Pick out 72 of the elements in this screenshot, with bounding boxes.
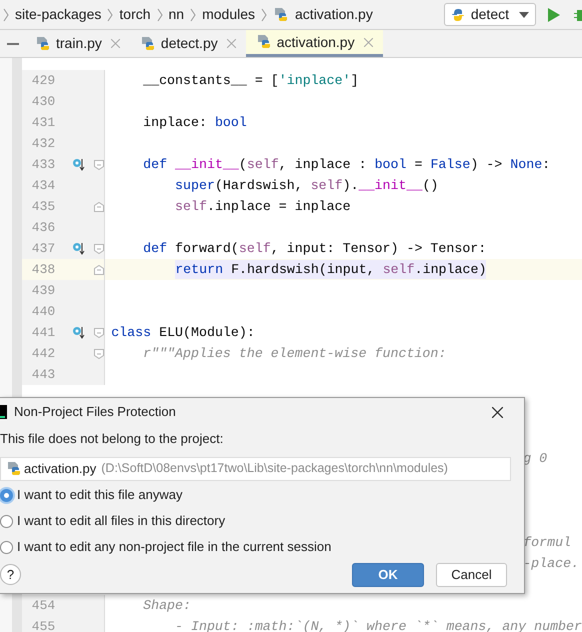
fold-marker-icon[interactable]: [94, 264, 104, 274]
code-line: def forward(self, input: Tensor) -> Tensor:: [142, 240, 486, 258]
line-number: 438: [30, 260, 56, 279]
chevron-icon: [261, 6, 268, 22]
python-file-icon: [6, 460, 22, 476]
code-line: Shape:: [142, 596, 191, 615]
line-number: 436: [30, 218, 56, 237]
caret-icon: [519, 12, 529, 18]
minus-icon[interactable]: [6, 42, 18, 44]
breadcrumb-item[interactable]: activation.py: [295, 4, 373, 25]
code-line: r"""Applies the element-wise function:: [142, 344, 446, 363]
line-number: 441: [30, 324, 56, 342]
line-number: 439: [30, 282, 56, 300]
line-number: 430: [30, 92, 56, 111]
code-line: - Input: :math:`(N, *)` where `*` means, any number: [174, 618, 582, 632]
chevron-icon: [156, 6, 163, 22]
radio-option[interactable]: I want to edit any non-project file in the current session: [0, 538, 524, 556]
fold-marker-icon[interactable]: [94, 160, 104, 170]
line-number: 443: [30, 366, 56, 384]
override-marker-icon[interactable]: [72, 158, 86, 171]
line-number: 429: [30, 72, 56, 90]
run-config-dropdown[interactable]: detect: [444, 3, 536, 26]
editor-tab[interactable]: detect.py: [130, 30, 246, 57]
ok-button[interactable]: OK: [352, 562, 424, 586]
code-line: inplace: bool: [142, 114, 247, 132]
code-line: __constants__ = ['inplace']: [142, 72, 359, 90]
dialog-message: This file does not belong to the project:: [0, 430, 224, 448]
python-file-icon: [35, 36, 51, 52]
line-number: 437: [30, 240, 56, 258]
python-file-icon: [273, 6, 290, 22]
editor-tab[interactable]: activation.py: [246, 30, 383, 57]
fold-marker-icon[interactable]: [94, 244, 104, 254]
fold-marker-icon[interactable]: [94, 348, 104, 358]
radio-option[interactable]: I want to edit this file anyway: [0, 486, 524, 504]
radio-option[interactable]: I want to edit all files in this directory: [0, 512, 524, 530]
line-number: 435: [30, 198, 56, 216]
line-number: 442: [30, 344, 56, 363]
override-marker-icon[interactable]: [72, 326, 86, 339]
breadcrumb-item[interactable]: site-packages: [15, 4, 102, 25]
override-marker-icon[interactable]: [72, 242, 86, 255]
python-file-icon: [256, 34, 272, 50]
chevron-icon: [3, 6, 9, 22]
dialog-title: Non-Project Files Protection: [14, 403, 176, 422]
app-icon: [0, 405, 7, 419]
code-line: class ELU(Module):: [111, 324, 255, 342]
breadcrumb-item[interactable]: modules: [202, 4, 256, 25]
python-file-icon: [140, 36, 156, 52]
python-icon: [450, 8, 465, 22]
line-number: 455: [30, 618, 56, 632]
code-fragment: -place.: [523, 554, 580, 573]
code-line: super(Hardswish, self).__init__(): [174, 176, 438, 195]
help-button[interactable]: ?: [0, 564, 21, 585]
cancel-button[interactable]: Cancel: [436, 562, 507, 586]
line-number: 432: [30, 134, 56, 153]
chevron-icon: [107, 6, 114, 22]
breadcrumb-item[interactable]: torch: [119, 4, 151, 25]
breadcrumb-item[interactable]: nn: [168, 4, 184, 25]
play-icon[interactable]: [548, 8, 560, 22]
line-number: 431: [30, 114, 56, 132]
close-icon[interactable]: [492, 406, 503, 418]
line-number: 440: [30, 302, 56, 321]
line-number: 433: [30, 156, 56, 174]
chevron-icon: [190, 6, 196, 22]
editor-tab[interactable]: train.py: [25, 30, 130, 57]
fold-marker-icon[interactable]: [94, 328, 104, 338]
code-fragment: formul: [523, 534, 572, 552]
file-path-field: activation.py (D:\SoftD\08envs\pt17two\Lib\site-packages\torch\nn\modules): [0, 456, 511, 480]
fold-marker-icon[interactable]: [94, 202, 104, 212]
line-number: 434: [30, 176, 56, 195]
code-line: def __init__(self, inplace : bool = False) -> None:: [142, 156, 550, 174]
line-number: 454: [30, 596, 56, 615]
code-line: self.inplace = inplace: [174, 198, 351, 216]
